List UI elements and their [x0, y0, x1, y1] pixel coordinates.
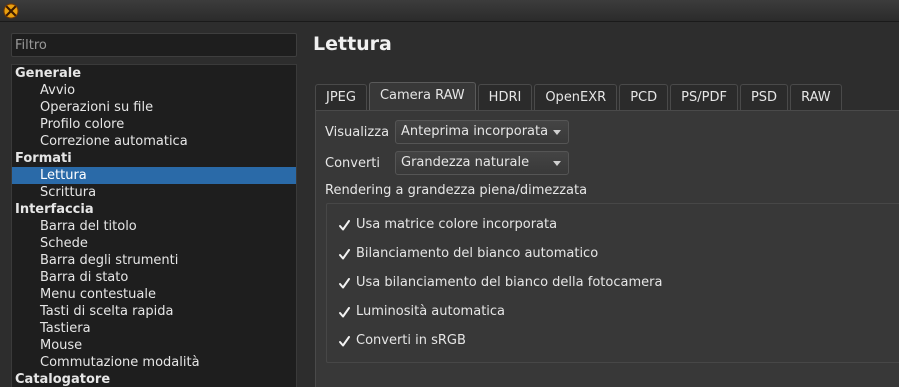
- tree-item[interactable]: Mouse: [12, 337, 296, 354]
- checkmark-icon: [339, 248, 350, 259]
- chevron-down-icon: [553, 130, 561, 135]
- tree-item[interactable]: Profilo colore: [12, 116, 296, 133]
- tree-item[interactable]: Correzione automatica: [12, 133, 296, 150]
- checkbox[interactable]: [338, 306, 351, 319]
- tree-category[interactable]: Generale: [12, 65, 296, 82]
- checkbox-label: Usa bilanciamento del bianco della fotoc…: [356, 275, 663, 290]
- checkmark-icon: [339, 335, 350, 346]
- converti-value: Grandezza naturale: [401, 155, 530, 170]
- tree-item[interactable]: Commutazione modalità: [12, 354, 296, 371]
- checkbox[interactable]: [338, 277, 351, 290]
- title-bar: [0, 0, 899, 22]
- tree-item[interactable]: Barra di stato: [12, 269, 296, 286]
- tab-raw[interactable]: RAW: [790, 84, 842, 110]
- tree-item[interactable]: Schede: [12, 235, 296, 252]
- visualizza-label: Visualizza: [325, 125, 390, 140]
- format-tabs: JPEG Camera RAW HDRI OpenEXR PCD PS/PDF PSD RAW: [315, 82, 844, 110]
- tree-item[interactable]: Scrittura: [12, 184, 296, 201]
- checkbox-label: Luminosità automatica: [356, 304, 506, 319]
- tree-item[interactable]: Tastiera: [12, 320, 296, 337]
- tree-category[interactable]: Catalogatore: [12, 371, 296, 387]
- filter-input[interactable]: [11, 33, 297, 57]
- tab-hdri[interactable]: HDRI: [477, 84, 533, 110]
- page-title: Lettura: [313, 33, 392, 55]
- tab-jpeg[interactable]: JPEG: [315, 84, 367, 110]
- tab-ps-pdf[interactable]: PS/PDF: [670, 84, 738, 110]
- app-logo-icon[interactable]: [3, 3, 19, 19]
- checkbox-row[interactable]: Converti in sRGB: [338, 333, 466, 349]
- tab-camera-raw[interactable]: Camera RAW: [368, 82, 476, 110]
- tab-openexr[interactable]: OpenEXR: [534, 84, 618, 110]
- tree-item[interactable]: Barra degli strumenti: [12, 252, 296, 269]
- checkbox[interactable]: [338, 248, 351, 261]
- tree-item[interactable]: Menu contestuale: [12, 286, 296, 303]
- checkmark-icon: [339, 306, 350, 317]
- converti-dropdown[interactable]: Grandezza naturale: [395, 151, 569, 175]
- tree-category[interactable]: Interfaccia: [12, 201, 296, 218]
- visualizza-value: Anteprima incorporata: [401, 124, 549, 139]
- checkbox-row[interactable]: Luminosità automatica: [338, 304, 505, 320]
- checkbox-row[interactable]: Usa bilanciamento del bianco della fotoc…: [338, 275, 662, 291]
- tree-item[interactable]: Avvio: [12, 82, 296, 99]
- converti-label: Converti: [325, 156, 381, 171]
- checkbox[interactable]: [338, 335, 351, 348]
- settings-tree[interactable]: Generale Avvio Operazioni su file Profilo c…: [11, 64, 297, 387]
- checkmark-icon: [339, 277, 350, 288]
- checkbox-row[interactable]: Usa matrice colore incorporata: [338, 217, 557, 233]
- tree-item[interactable]: Tasti di scelta rapida: [12, 303, 296, 320]
- tree-item[interactable]: Barra del titolo: [12, 218, 296, 235]
- checkmark-icon: [339, 219, 350, 230]
- chevron-down-icon: [553, 161, 561, 166]
- tree-item[interactable]: Operazioni su file: [12, 99, 296, 116]
- tree-item[interactable]: Lettura: [12, 167, 296, 184]
- rendering-section-label: Rendering a grandezza piena/dimezzata: [325, 183, 588, 198]
- checkbox-label: Converti in sRGB: [356, 333, 466, 348]
- checkbox-label: Usa matrice colore incorporata: [356, 217, 558, 232]
- checkbox-row[interactable]: Bilanciamento del bianco automatico: [338, 246, 598, 262]
- tab-pcd[interactable]: PCD: [619, 84, 669, 110]
- tab-psd[interactable]: PSD: [739, 84, 789, 110]
- visualizza-dropdown[interactable]: Anteprima incorporata: [395, 120, 569, 144]
- checkbox-label: Bilanciamento del bianco automatico: [356, 246, 599, 261]
- tree-category[interactable]: Formati: [12, 150, 296, 167]
- checkbox[interactable]: [338, 219, 351, 232]
